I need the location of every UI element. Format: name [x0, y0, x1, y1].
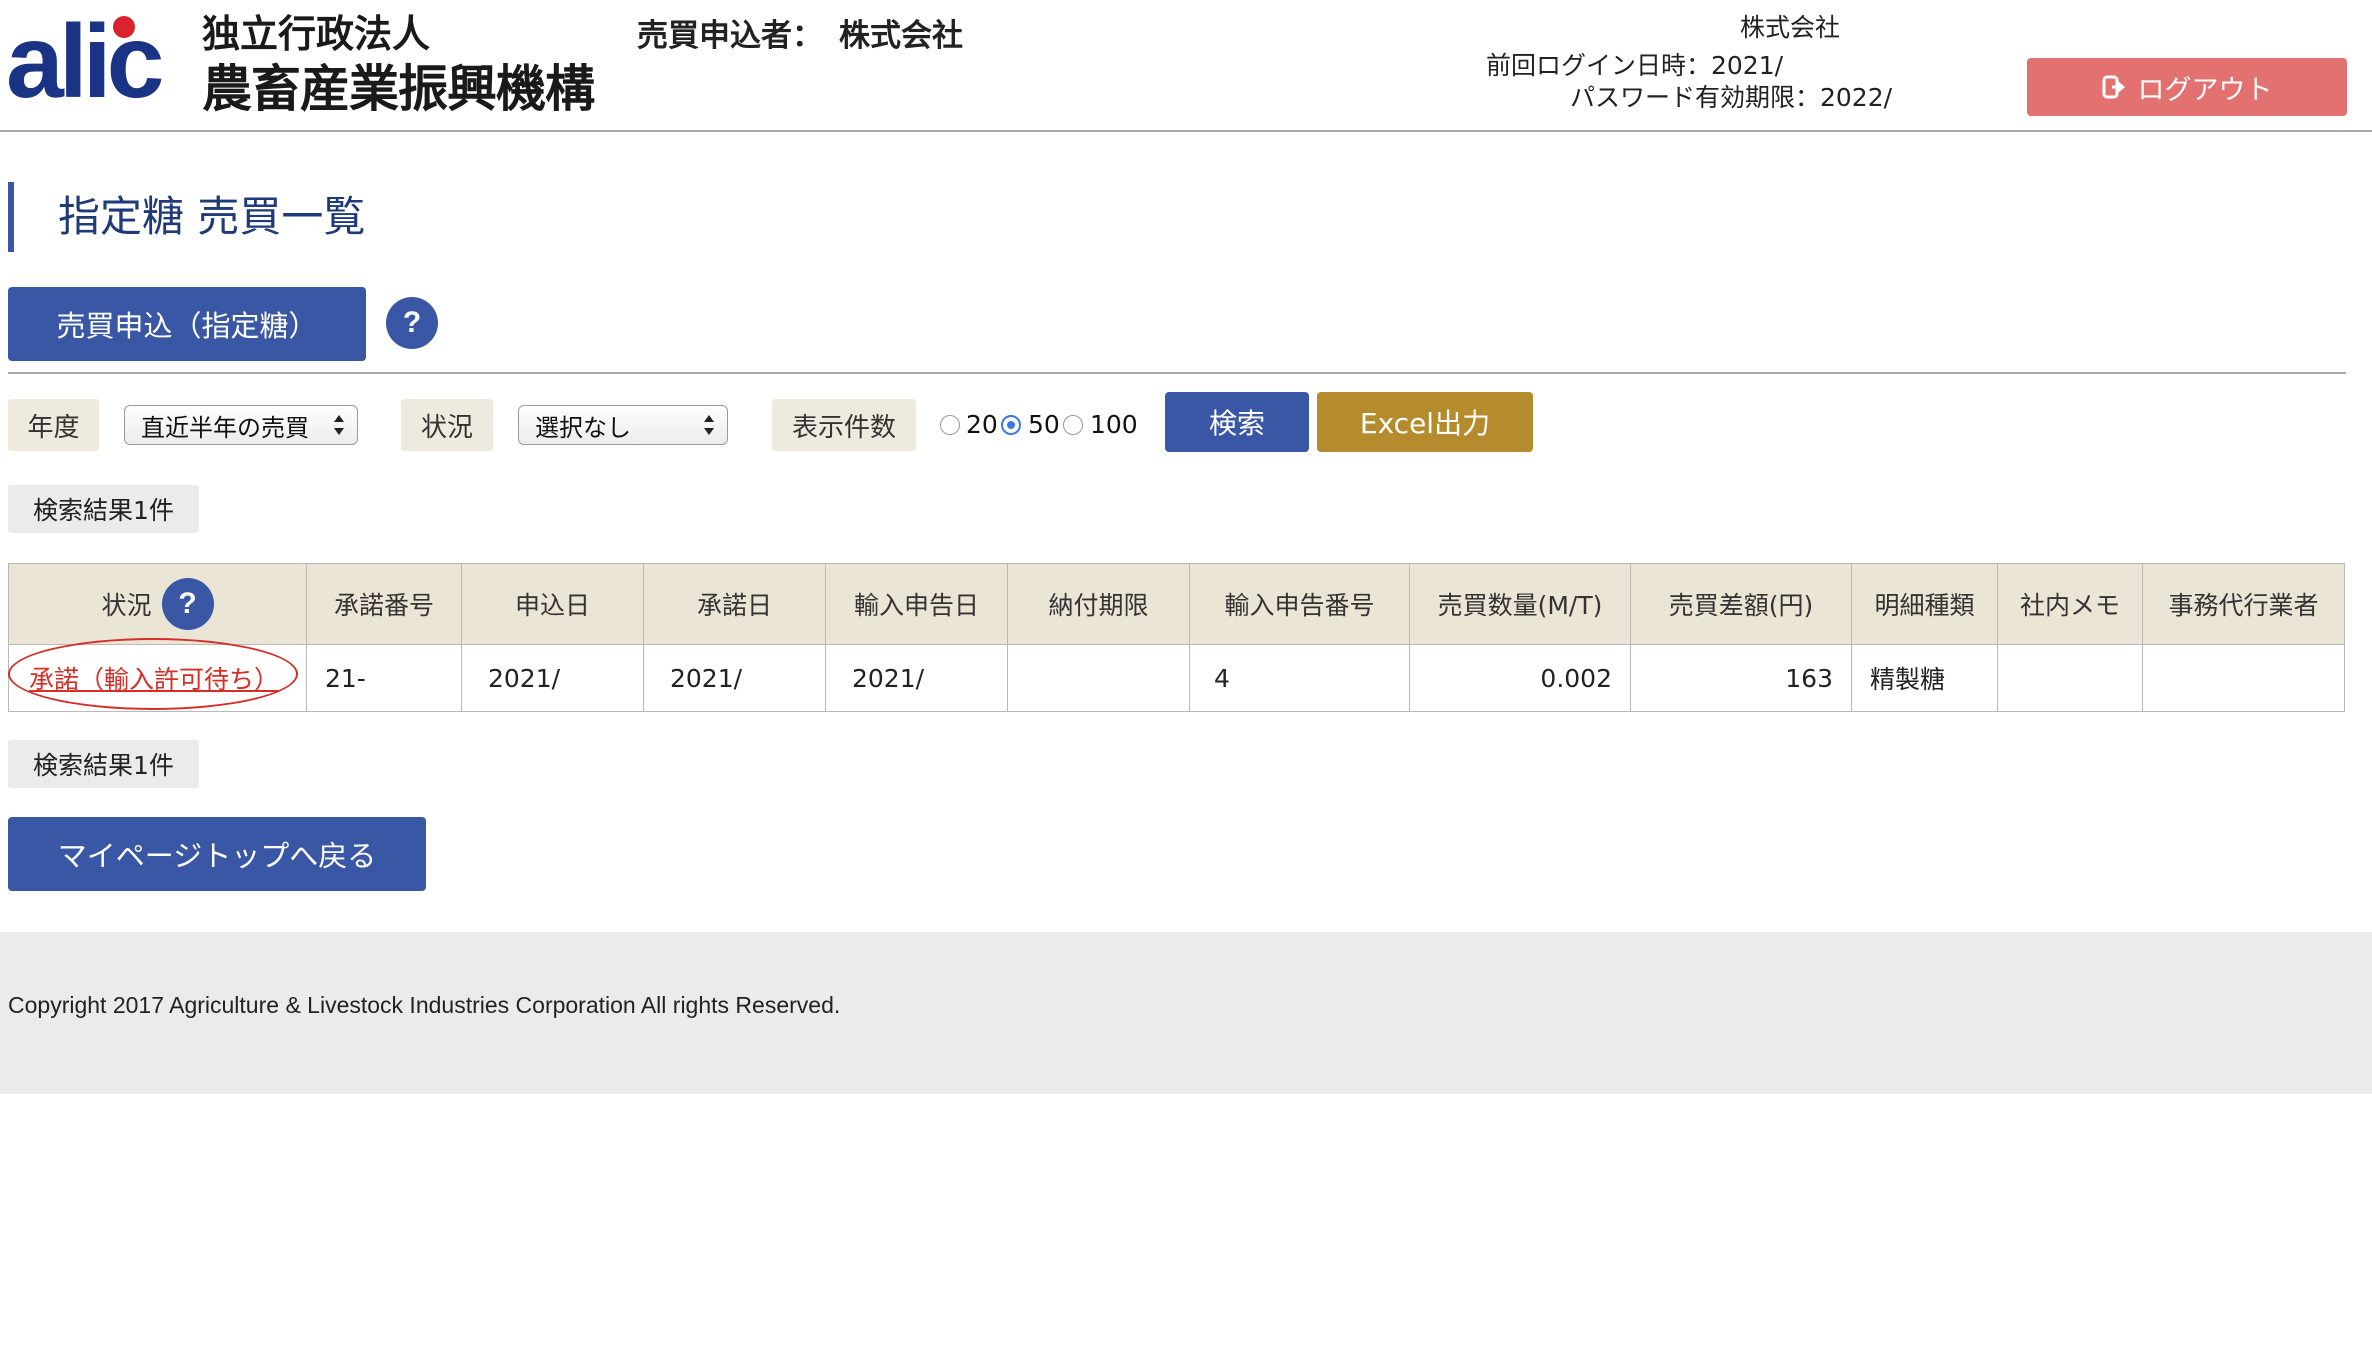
col-payment-due: 納付期限	[1007, 563, 1190, 645]
status-filter-label: 状況	[401, 399, 493, 451]
password-expiry: パスワード有効期限：2022/	[1570, 83, 1893, 112]
apply-button[interactable]: 売買申込（指定糖）	[8, 287, 366, 361]
cell-import-decl-no: 4	[1189, 644, 1410, 712]
count-radio-20[interactable]	[940, 415, 960, 435]
logout-label: ログアウト	[2137, 74, 2273, 106]
cell-agent	[2142, 644, 2345, 712]
table-row: 承諾（輸入許可待ち） 21- 2021/ 2021/ 2021/ 4 0.002…	[8, 644, 2345, 712]
back-to-mypage-button[interactable]: マイページトップへ戻る	[8, 817, 426, 891]
copyright-text: Copyright 2017 Agriculture & Livestock I…	[8, 992, 841, 1018]
select-arrows-icon	[704, 415, 714, 435]
count-option-100: 100	[1090, 410, 1138, 439]
year-filter-label: 年度	[8, 399, 99, 451]
cell-payment-due	[1007, 644, 1190, 712]
result-count-bottom: 検索結果1件	[8, 740, 199, 788]
logo-mark: alic	[6, 4, 164, 120]
site-footer: Copyright 2017 Agriculture & Livestock I…	[0, 932, 2372, 1094]
applicant-value: 株式会社	[839, 18, 963, 54]
year-select[interactable]: 直近半年の売買	[124, 405, 358, 445]
count-option-50: 50	[1028, 410, 1060, 439]
cell-accept-date: 2021/	[643, 644, 826, 712]
trade-table: 状況 ? 承諾番号 申込日 承諾日 輸入申告日 納付期限 輸入申告番号 売買数量…	[8, 563, 2345, 712]
col-price-diff: 売買差額(円)	[1630, 563, 1852, 645]
col-memo: 社内メモ	[1997, 563, 2143, 645]
cell-memo	[1997, 644, 2143, 712]
cell-detail-type: 精製糖	[1851, 644, 1998, 712]
logo-dot-icon	[113, 16, 135, 38]
logout-button[interactable]: ログアウト	[2027, 58, 2347, 116]
count-filter-label: 表示件数	[772, 399, 916, 451]
page-title: 指定糖 売買一覧	[8, 182, 365, 252]
table-header-row: 状況 ? 承諾番号 申込日 承諾日 輸入申告日 納付期限 輸入申告番号 売買数量…	[8, 563, 2345, 645]
col-status-label: 状況	[101, 591, 152, 620]
status-select-value: 選択なし	[535, 413, 631, 442]
col-agent: 事務代行業者	[2142, 563, 2345, 645]
status-help-icon[interactable]: ?	[161, 578, 214, 630]
last-login: 前回ログイン日時：2021/	[1486, 51, 1784, 80]
count-radio-100[interactable]	[1063, 415, 1083, 435]
col-detail-type: 明細種類	[1851, 563, 1998, 645]
sign-out-icon	[2102, 74, 2128, 100]
count-option-20: 20	[966, 410, 998, 439]
applicant-label: 売買申込者：	[637, 18, 823, 54]
status-select[interactable]: 選択なし	[518, 405, 728, 445]
cell-price-diff: 163	[1630, 644, 1852, 712]
col-accept-date: 承諾日	[643, 563, 826, 645]
col-apply-date: 申込日	[461, 563, 644, 645]
site-logo[interactable]: alic 独立行政法人 農畜産業振興機構	[6, 4, 606, 120]
excel-export-button[interactable]: Excel出力	[1317, 392, 1533, 452]
col-quantity: 売買数量(M/T)	[1409, 563, 1631, 645]
divider	[8, 372, 2346, 374]
count-radio-50[interactable]	[1001, 415, 1021, 435]
col-import-decl-date: 輸入申告日	[825, 563, 1008, 645]
cell-status: 承諾（輸入許可待ち）	[8, 644, 307, 712]
cell-acceptance-no: 21-	[306, 644, 462, 712]
cell-apply-date: 2021/	[461, 644, 644, 712]
col-acceptance-no: 承諾番号	[306, 563, 462, 645]
site-header: alic 独立行政法人 農畜産業振興機構 売買申込者： 株式会社 株式会社 前回ロ…	[0, 0, 2372, 132]
search-button[interactable]: 検索	[1165, 392, 1309, 452]
applicant-info: 売買申込者： 株式会社	[637, 10, 993, 55]
cell-quantity: 0.002	[1409, 644, 1631, 712]
col-import-decl-no: 輸入申告番号	[1189, 563, 1410, 645]
status-link[interactable]: 承諾（輸入許可待ち）	[29, 665, 279, 694]
help-icon[interactable]: ?	[386, 297, 438, 349]
cell-import-decl-date: 2021/	[825, 644, 1008, 712]
year-select-value: 直近半年の売買	[141, 413, 309, 442]
org-name-line2: 農畜産業振興機構	[202, 60, 595, 118]
col-status: 状況 ?	[8, 563, 307, 645]
account-company: 株式会社	[1740, 13, 1841, 42]
result-count-top: 検索結果1件	[8, 485, 199, 533]
select-arrows-icon	[334, 415, 344, 435]
org-name-line1: 独立行政法人	[202, 12, 431, 56]
